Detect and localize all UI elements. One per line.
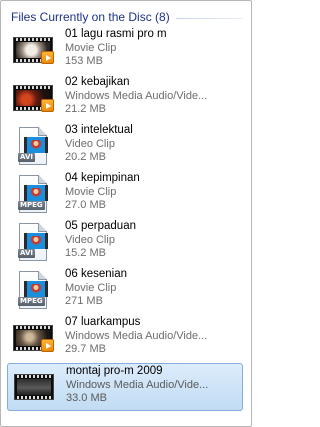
video-thumbnail-icon (11, 28, 55, 72)
file-format-tag: AVI (18, 153, 35, 162)
play-badge-icon (41, 339, 54, 352)
file-type: Movie Clip (65, 281, 117, 294)
file-size: 15.2 MB (65, 247, 106, 259)
file-type: Movie Clip (65, 185, 117, 198)
file-size: 271 MB (65, 295, 103, 307)
file-type: Windows Media Audio/Vide... (65, 329, 208, 342)
video-thumbnail-icon (11, 316, 55, 360)
file-item-08-selected[interactable]: montaj pro-m 2009 Windows Media Audio/Vi… (7, 363, 243, 411)
play-badge-icon (41, 99, 54, 112)
header-divider (175, 17, 243, 19)
video-thumbnail-icon (12, 365, 56, 409)
avi-file-icon: AVI (11, 220, 55, 264)
file-size: 33.0 MB (66, 392, 107, 404)
file-item-02[interactable]: 02 kebajikan Windows Media Audio/Vide...… (9, 75, 241, 123)
file-name: 06 kesenian (65, 268, 128, 280)
file-item-03[interactable]: AVI 03 intelektual Video Clip 20.2 MB (9, 123, 241, 171)
file-name: montaj pro-m 2009 (66, 365, 163, 377)
file-type: Windows Media Audio/Vide... (65, 89, 208, 102)
file-size: 20.2 MB (65, 151, 106, 163)
file-size: 21.2 MB (65, 103, 106, 115)
file-format-tag: MPEG (18, 297, 45, 306)
file-size: 29.7 MB (65, 343, 106, 355)
file-format-tag: AVI (18, 249, 35, 258)
file-list: 01 lagu rasmi pro m Movie Clip 153 MB 02… (7, 27, 243, 411)
file-type: Windows Media Audio/Vide... (66, 378, 209, 391)
play-badge-icon (41, 51, 54, 64)
file-name: 05 perpaduan (65, 220, 136, 232)
file-name: 07 luarkampus (65, 316, 141, 328)
file-type: Video Clip (65, 233, 115, 246)
file-item-06[interactable]: MPEG 06 kesenian Movie Clip 271 MB (9, 267, 241, 315)
disc-files-panel: Files Currently on the Disc (8) 01 lagu … (0, 0, 252, 427)
file-item-04[interactable]: MPEG 04 kepimpinan Movie Clip 27.0 MB (9, 171, 241, 219)
video-thumbnail-icon (11, 76, 55, 120)
file-size: 27.0 MB (65, 199, 106, 211)
file-item-07[interactable]: 07 luarkampus Windows Media Audio/Vide..… (9, 315, 241, 363)
file-name: 02 kebajikan (65, 76, 130, 88)
mpeg-file-icon: MPEG (11, 172, 55, 216)
file-name: 03 intelektual (65, 124, 133, 136)
file-name: 01 lagu rasmi pro m (65, 28, 167, 40)
file-type: Video Clip (65, 137, 115, 150)
file-item-05[interactable]: AVI 05 perpaduan Video Clip 15.2 MB (9, 219, 241, 267)
file-size: 153 MB (65, 55, 103, 67)
list-header: Files Currently on the Disc (8) (11, 10, 243, 24)
file-name: 04 kepimpinan (65, 172, 140, 184)
avi-file-icon: AVI (11, 124, 55, 168)
file-type: Movie Clip (65, 41, 117, 54)
file-item-01[interactable]: 01 lagu rasmi pro m Movie Clip 153 MB (9, 27, 241, 75)
mpeg-file-icon: MPEG (11, 268, 55, 312)
header-title: Files Currently on the Disc (8) (11, 10, 170, 24)
file-format-tag: MPEG (18, 201, 45, 210)
